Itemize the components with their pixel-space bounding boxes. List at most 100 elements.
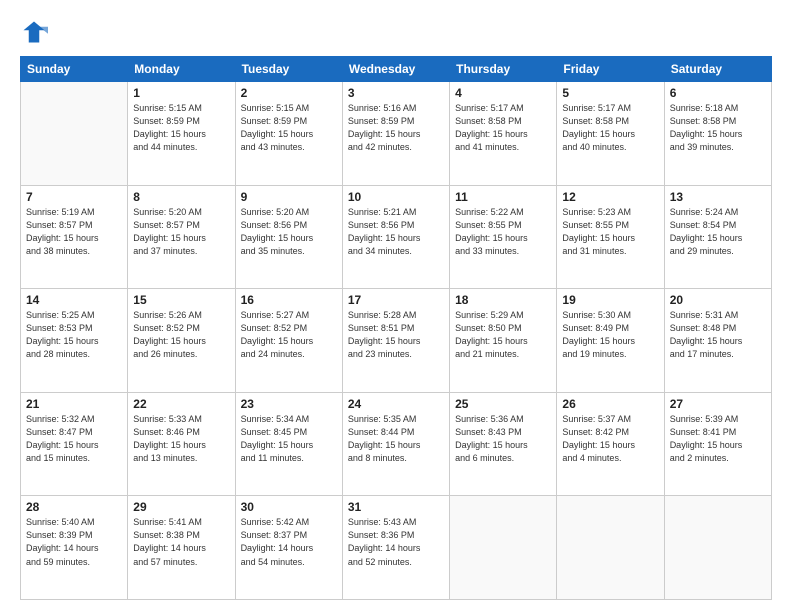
day-info: Sunrise: 5:40 AM Sunset: 8:39 PM Dayligh… <box>26 516 122 568</box>
calendar-cell <box>664 496 771 600</box>
calendar-cell: 1 Sunrise: 5:15 AM Sunset: 8:59 PM Daylig… <box>128 82 235 186</box>
day-info: Sunrise: 5:19 AM Sunset: 8:57 PM Dayligh… <box>26 206 122 258</box>
day-info: Sunrise: 5:20 AM Sunset: 8:56 PM Dayligh… <box>241 206 337 258</box>
day-number: 30 <box>241 500 337 514</box>
calendar-cell: 28 Sunrise: 5:40 AM Sunset: 8:39 PM Dayli… <box>21 496 128 600</box>
calendar-cell: 30 Sunrise: 5:42 AM Sunset: 8:37 PM Dayli… <box>235 496 342 600</box>
day-number: 6 <box>670 86 766 100</box>
day-info: Sunrise: 5:17 AM Sunset: 8:58 PM Dayligh… <box>455 102 551 154</box>
day-info: Sunrise: 5:24 AM Sunset: 8:54 PM Dayligh… <box>670 206 766 258</box>
day-number: 9 <box>241 190 337 204</box>
weekday-header: Sunday <box>21 57 128 82</box>
day-number: 10 <box>348 190 444 204</box>
day-info: Sunrise: 5:43 AM Sunset: 8:36 PM Dayligh… <box>348 516 444 568</box>
day-number: 2 <box>241 86 337 100</box>
day-number: 27 <box>670 397 766 411</box>
day-info: Sunrise: 5:25 AM Sunset: 8:53 PM Dayligh… <box>26 309 122 361</box>
calendar-cell: 23 Sunrise: 5:34 AM Sunset: 8:45 PM Dayli… <box>235 392 342 496</box>
calendar-week-row: 14Sunrise: 5:25 AM Sunset: 8:53 PM Dayli… <box>21 289 772 393</box>
day-info: Sunrise: 5:16 AM Sunset: 8:59 PM Dayligh… <box>348 102 444 154</box>
calendar-cell <box>450 496 557 600</box>
calendar-week-row: 1 Sunrise: 5:15 AM Sunset: 8:59 PM Daylig… <box>21 82 772 186</box>
calendar-cell: 3Sunrise: 5:16 AM Sunset: 8:59 PM Daylig… <box>342 82 449 186</box>
day-number: 13 <box>670 190 766 204</box>
calendar-cell: 19Sunrise: 5:30 AM Sunset: 8:49 PM Dayli… <box>557 289 664 393</box>
day-info: Sunrise: 5:22 AM Sunset: 8:55 PM Dayligh… <box>455 206 551 258</box>
day-number: 26 <box>562 397 658 411</box>
day-info: Sunrise: 5:29 AM Sunset: 8:50 PM Dayligh… <box>455 309 551 361</box>
day-number: 16 <box>241 293 337 307</box>
day-number: 11 <box>455 190 551 204</box>
calendar-cell: 9 Sunrise: 5:20 AM Sunset: 8:56 PM Daylig… <box>235 185 342 289</box>
day-number: 15 <box>133 293 229 307</box>
calendar-cell: 26Sunrise: 5:37 AM Sunset: 8:42 PM Dayli… <box>557 392 664 496</box>
header <box>20 18 772 46</box>
logo <box>20 18 52 46</box>
day-number: 17 <box>348 293 444 307</box>
day-number: 12 <box>562 190 658 204</box>
day-info: Sunrise: 5:35 AM Sunset: 8:44 PM Dayligh… <box>348 413 444 465</box>
calendar-week-row: 21 Sunrise: 5:32 AM Sunset: 8:47 PM Dayli… <box>21 392 772 496</box>
calendar-cell: 7 Sunrise: 5:19 AM Sunset: 8:57 PM Daylig… <box>21 185 128 289</box>
day-number: 4 <box>455 86 551 100</box>
day-number: 23 <box>241 397 337 411</box>
calendar-cell: 22Sunrise: 5:33 AM Sunset: 8:46 PM Dayli… <box>128 392 235 496</box>
calendar-cell: 8Sunrise: 5:20 AM Sunset: 8:57 PM Daylig… <box>128 185 235 289</box>
day-info: Sunrise: 5:36 AM Sunset: 8:43 PM Dayligh… <box>455 413 551 465</box>
calendar-cell: 13 Sunrise: 5:24 AM Sunset: 8:54 PM Dayli… <box>664 185 771 289</box>
calendar-cell: 27 Sunrise: 5:39 AM Sunset: 8:41 PM Dayli… <box>664 392 771 496</box>
calendar-cell: 14Sunrise: 5:25 AM Sunset: 8:53 PM Dayli… <box>21 289 128 393</box>
calendar-cell: 25 Sunrise: 5:36 AM Sunset: 8:43 PM Dayli… <box>450 392 557 496</box>
day-number: 29 <box>133 500 229 514</box>
day-number: 21 <box>26 397 122 411</box>
day-number: 25 <box>455 397 551 411</box>
calendar-cell: 18 Sunrise: 5:29 AM Sunset: 8:50 PM Dayli… <box>450 289 557 393</box>
calendar-cell: 24 Sunrise: 5:35 AM Sunset: 8:44 PM Dayli… <box>342 392 449 496</box>
day-number: 28 <box>26 500 122 514</box>
weekday-header: Tuesday <box>235 57 342 82</box>
calendar-table: SundayMondayTuesdayWednesdayThursdayFrid… <box>20 56 772 600</box>
calendar-cell: 31 Sunrise: 5:43 AM Sunset: 8:36 PM Dayli… <box>342 496 449 600</box>
calendar-week-row: 28 Sunrise: 5:40 AM Sunset: 8:39 PM Dayli… <box>21 496 772 600</box>
weekday-header: Monday <box>128 57 235 82</box>
calendar-cell: 21 Sunrise: 5:32 AM Sunset: 8:47 PM Dayli… <box>21 392 128 496</box>
page: SundayMondayTuesdayWednesdayThursdayFrid… <box>0 0 792 612</box>
calendar-cell: 20Sunrise: 5:31 AM Sunset: 8:48 PM Dayli… <box>664 289 771 393</box>
calendar-cell: 16 Sunrise: 5:27 AM Sunset: 8:52 PM Dayli… <box>235 289 342 393</box>
day-info: Sunrise: 5:15 AM Sunset: 8:59 PM Dayligh… <box>241 102 337 154</box>
day-info: Sunrise: 5:18 AM Sunset: 8:58 PM Dayligh… <box>670 102 766 154</box>
day-info: Sunrise: 5:15 AM Sunset: 8:59 PM Dayligh… <box>133 102 229 154</box>
weekday-header: Saturday <box>664 57 771 82</box>
day-info: Sunrise: 5:26 AM Sunset: 8:52 PM Dayligh… <box>133 309 229 361</box>
day-number: 24 <box>348 397 444 411</box>
day-number: 7 <box>26 190 122 204</box>
day-info: Sunrise: 5:27 AM Sunset: 8:52 PM Dayligh… <box>241 309 337 361</box>
day-info: Sunrise: 5:21 AM Sunset: 8:56 PM Dayligh… <box>348 206 444 258</box>
day-info: Sunrise: 5:17 AM Sunset: 8:58 PM Dayligh… <box>562 102 658 154</box>
day-info: Sunrise: 5:34 AM Sunset: 8:45 PM Dayligh… <box>241 413 337 465</box>
logo-icon <box>20 18 48 46</box>
calendar-week-row: 7 Sunrise: 5:19 AM Sunset: 8:57 PM Daylig… <box>21 185 772 289</box>
calendar-cell: 2 Sunrise: 5:15 AM Sunset: 8:59 PM Daylig… <box>235 82 342 186</box>
calendar-cell: 11 Sunrise: 5:22 AM Sunset: 8:55 PM Dayli… <box>450 185 557 289</box>
calendar-cell: 15 Sunrise: 5:26 AM Sunset: 8:52 PM Dayli… <box>128 289 235 393</box>
day-number: 31 <box>348 500 444 514</box>
weekday-header: Wednesday <box>342 57 449 82</box>
calendar-cell <box>557 496 664 600</box>
weekday-header: Thursday <box>450 57 557 82</box>
day-number: 18 <box>455 293 551 307</box>
calendar-cell: 12 Sunrise: 5:23 AM Sunset: 8:55 PM Dayli… <box>557 185 664 289</box>
day-info: Sunrise: 5:39 AM Sunset: 8:41 PM Dayligh… <box>670 413 766 465</box>
calendar-cell: 5Sunrise: 5:17 AM Sunset: 8:58 PM Daylig… <box>557 82 664 186</box>
day-info: Sunrise: 5:42 AM Sunset: 8:37 PM Dayligh… <box>241 516 337 568</box>
day-info: Sunrise: 5:28 AM Sunset: 8:51 PM Dayligh… <box>348 309 444 361</box>
calendar-cell: 10 Sunrise: 5:21 AM Sunset: 8:56 PM Dayli… <box>342 185 449 289</box>
day-number: 20 <box>670 293 766 307</box>
calendar-cell <box>21 82 128 186</box>
day-number: 1 <box>133 86 229 100</box>
day-info: Sunrise: 5:30 AM Sunset: 8:49 PM Dayligh… <box>562 309 658 361</box>
day-info: Sunrise: 5:23 AM Sunset: 8:55 PM Dayligh… <box>562 206 658 258</box>
day-number: 22 <box>133 397 229 411</box>
calendar-cell: 6 Sunrise: 5:18 AM Sunset: 8:58 PM Daylig… <box>664 82 771 186</box>
day-info: Sunrise: 5:32 AM Sunset: 8:47 PM Dayligh… <box>26 413 122 465</box>
